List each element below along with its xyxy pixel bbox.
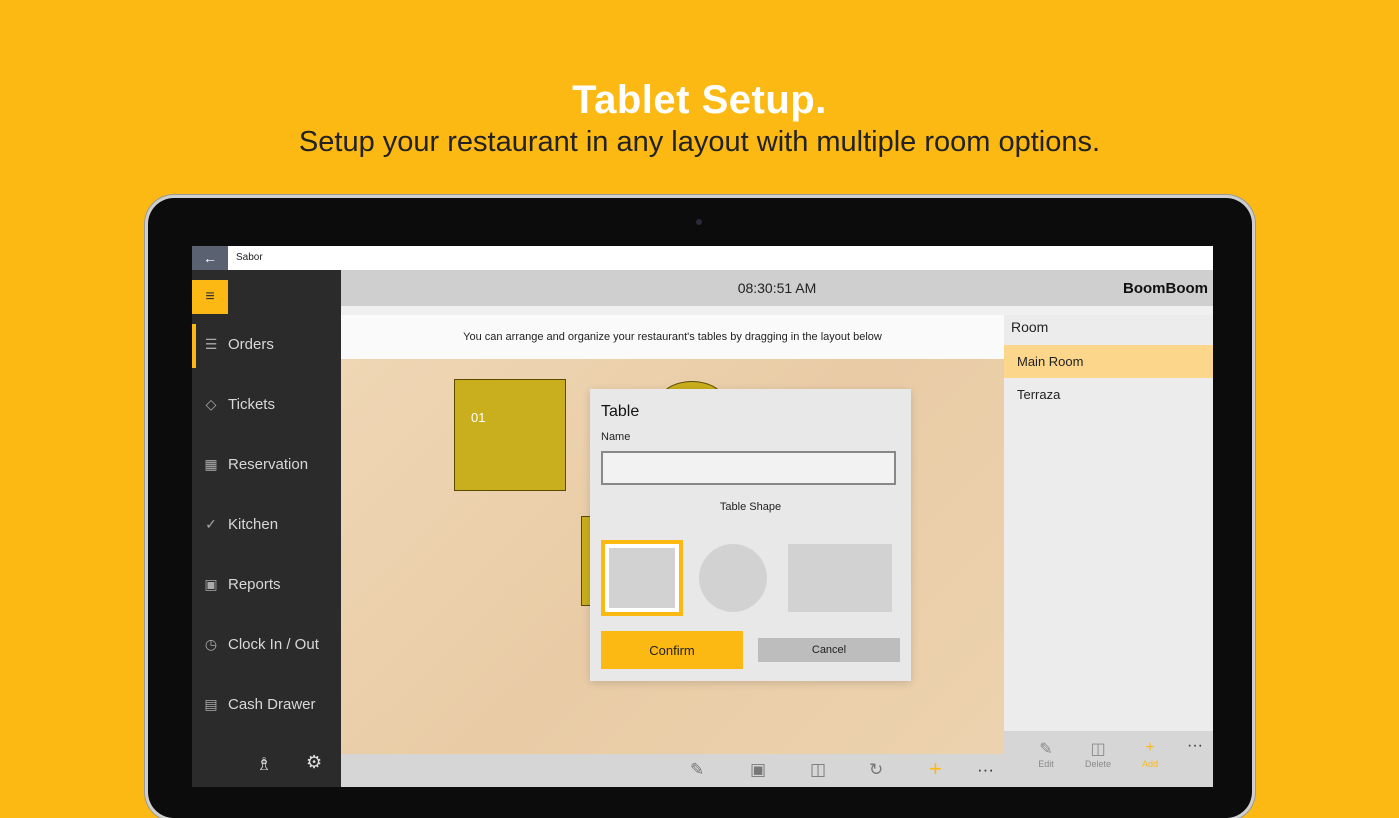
hamburger-icon: ≡: [205, 288, 215, 305]
shape-circle-option[interactable]: [699, 544, 767, 612]
app-name: Sabor: [236, 252, 263, 263]
sidebar-item-cash-drawer[interactable]: ▤ Cash Drawer: [192, 682, 341, 726]
tag-icon: ◇: [205, 395, 217, 412]
delete-room-button[interactable]: ◫ Delete: [1078, 739, 1118, 769]
cancel-button[interactable]: Cancel: [758, 638, 900, 662]
table-square[interactable]: 01: [454, 379, 566, 491]
more-icon[interactable]: ···: [1187, 737, 1203, 755]
trash-icon[interactable]: ◫: [810, 760, 826, 780]
sidebar-item-clock[interactable]: ◷ Clock In / Out: [192, 622, 341, 666]
title-bar: ← Sabor: [192, 246, 1213, 270]
menu-button[interactable]: ≡: [192, 280, 228, 314]
save-icon[interactable]: ▣: [750, 760, 766, 780]
sidebar-item-kitchen[interactable]: ✓ Kitchen: [192, 502, 341, 546]
layout-toolbar: ✎ ▣ ◫ ↻ + ···: [341, 754, 1004, 787]
room-item-main[interactable]: Main Room: [1004, 345, 1213, 378]
plus-icon: +: [1145, 739, 1155, 756]
layout-instructions: You can arrange and organize your restau…: [341, 315, 1004, 359]
gear-icon[interactable]: ⚙: [306, 752, 322, 773]
back-button[interactable]: ←: [192, 246, 228, 270]
pencil-icon[interactable]: ✎: [690, 760, 704, 780]
room-panel: Room Main Room Terraza: [1004, 315, 1213, 731]
sidebar-item-label: Reports: [228, 575, 281, 593]
name-label: Name: [601, 431, 631, 443]
shape-label: Table Shape: [719, 501, 782, 513]
checklist-icon: ✓: [205, 515, 217, 532]
rotate-icon[interactable]: ↻: [869, 760, 883, 780]
table-number: 01: [471, 410, 486, 425]
room-label: Terraza: [1017, 387, 1061, 402]
top-header: 08:30:51 AM BoomBoom: [341, 270, 1213, 306]
sidebar-item-label: Reservation: [228, 455, 309, 473]
sidebar-item-label: Orders: [228, 335, 274, 353]
report-icon: ▣: [204, 575, 218, 592]
clock-icon: ◷: [204, 635, 218, 652]
sidebar-item-reports[interactable]: ▣ Reports: [192, 562, 341, 606]
back-arrow-icon: ←: [203, 250, 217, 266]
edit-room-button[interactable]: ✎ Edit: [1026, 739, 1066, 769]
sidebar-item-reservation[interactable]: ▦ Reservation: [192, 442, 341, 486]
plus-icon[interactable]: +: [929, 756, 942, 782]
sidebar-item-label: Cash Drawer: [228, 695, 316, 713]
floor-layout[interactable]: 01 Table Name Table Shape Confirm Cancel: [341, 359, 1004, 754]
edit-label: Edit: [1038, 759, 1054, 769]
sidebar-item-label: Kitchen: [228, 515, 279, 533]
sidebar: ≡ ☰ Orders ◇ Tickets ▦ Reservation ✓ Kit…: [192, 270, 341, 787]
calendar-icon: ▦: [204, 455, 218, 472]
room-toolbar: ✎ Edit ◫ Delete + Add ···: [1004, 731, 1213, 787]
user-icon[interactable]: ♗: [256, 754, 272, 775]
table-name-input[interactable]: [601, 451, 896, 485]
shape-square-option[interactable]: [601, 540, 683, 616]
room-header: Room: [1011, 319, 1049, 335]
sidebar-item-orders[interactable]: ☰ Orders: [192, 322, 341, 368]
confirm-button[interactable]: Confirm: [601, 631, 743, 669]
instruction-text: You can arrange and organize your restau…: [463, 331, 882, 343]
sidebar-item-tickets[interactable]: ◇ Tickets: [192, 382, 341, 426]
sidebar-item-label: Clock In / Out: [228, 635, 319, 653]
app-screen: ← Sabor ≡ ☰ Orders ◇ Tickets ▦ Reservati…: [192, 246, 1213, 787]
list-icon: ☰: [204, 335, 218, 352]
more-icon[interactable]: ···: [977, 760, 994, 780]
pencil-icon: ✎: [1039, 741, 1053, 758]
delete-label: Delete: [1084, 759, 1111, 769]
hero-title: Tablet Setup.: [572, 78, 827, 122]
clock-display: 08:30:51 AM: [737, 280, 817, 296]
add-room-button[interactable]: + Add: [1130, 739, 1170, 769]
room-item-terraza[interactable]: Terraza: [1004, 378, 1213, 411]
room-label: Main Room: [1017, 354, 1084, 369]
sidebar-item-label: Tickets: [228, 395, 275, 413]
dialog-title: Table: [601, 403, 640, 420]
hero-subtitle: Setup your restaurant in any layout with…: [298, 126, 1101, 158]
table-dialog: Table Name Table Shape Confirm Cancel: [590, 389, 911, 681]
brand-name: BoomBoom: [1123, 280, 1208, 297]
camera: [696, 219, 702, 225]
add-label: Add: [1141, 759, 1158, 769]
cash-drawer-icon: ▤: [204, 695, 218, 712]
shape-rectangle-option[interactable]: [788, 544, 892, 612]
trash-icon: ◫: [1090, 741, 1106, 758]
